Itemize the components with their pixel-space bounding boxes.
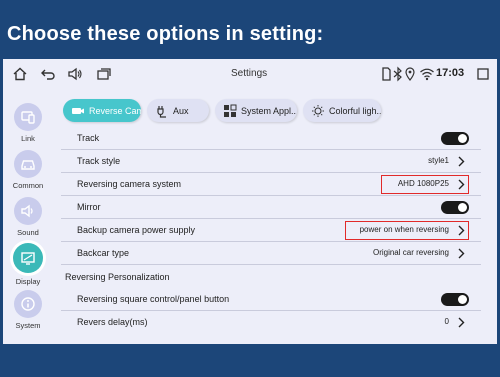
track-toggle[interactable]	[441, 132, 469, 145]
sidebar-item-label: Display	[15, 277, 41, 286]
setting-value: Original car reversing	[372, 248, 449, 257]
tab-label: System Appl...	[241, 105, 297, 116]
highlight-box	[345, 221, 469, 240]
window-icon[interactable]	[475, 66, 491, 82]
setting-label: Reversing square control/panel button	[77, 294, 230, 304]
setting-square-control[interactable]: Reversing square control/panel button	[61, 288, 481, 311]
square-control-toggle[interactable]	[441, 293, 469, 306]
setting-track-style[interactable]: Track style style1	[61, 150, 481, 173]
setting-label: Track style	[77, 156, 121, 166]
sidebar-item-system[interactable]: System	[3, 290, 55, 338]
tab-label: Reverse Cam	[89, 105, 141, 116]
tab-colorful-lights[interactable]: Colorful ligh...	[303, 99, 381, 122]
speaker-icon	[14, 197, 42, 225]
banner-title: Choose these options in setting:	[7, 23, 324, 45]
sidebar-item-label: Common	[12, 181, 44, 190]
home-icon[interactable]	[12, 66, 28, 82]
sidebar-item-sound[interactable]: Sound	[3, 197, 55, 245]
info-icon	[14, 290, 42, 318]
sidebar-item-common[interactable]: Common	[3, 150, 55, 198]
setting-value: style1	[428, 156, 449, 165]
car-icon	[14, 150, 42, 178]
setting-value: 0	[444, 317, 449, 326]
setting-track[interactable]: Track	[61, 127, 481, 150]
wifi-icon	[420, 68, 434, 81]
clock: 17:03	[436, 67, 465, 79]
setting-label: Backcar type	[77, 248, 130, 258]
setting-backup-camera-power[interactable]: Backup camera power supply power on when…	[61, 219, 481, 242]
tab-aux[interactable]: Aux	[147, 99, 209, 122]
volume-icon[interactable]	[67, 66, 83, 82]
setting-revers-delay[interactable]: Revers delay(ms) 0	[61, 311, 481, 334]
tab-bar: Reverse Cam Aux System Appl... Colorful …	[61, 99, 497, 123]
link-icon	[14, 103, 42, 131]
sidebar-item-label: Link	[21, 134, 35, 143]
tab-reverse-cam[interactable]: Reverse Cam	[63, 99, 141, 122]
setting-label: Revers delay(ms)	[77, 317, 148, 327]
settings-screen: Settings 17:03 Link Common Sound Display…	[3, 59, 497, 344]
tab-system-apps[interactable]: System Appl...	[215, 99, 297, 122]
section-title: Reversing Personalization	[65, 272, 170, 282]
sidebar: Link Common Sound Display System	[3, 89, 55, 344]
location-icon	[405, 67, 415, 81]
camera-icon	[72, 107, 84, 114]
sidebar-item-label: Sound	[17, 228, 39, 237]
setting-backcar-type[interactable]: Backcar type Original car reversing	[61, 242, 481, 265]
section-header-personalization: Reversing Personalization	[61, 265, 481, 288]
screen-title: Settings	[231, 68, 268, 79]
tab-label: Colorful ligh...	[329, 105, 381, 116]
setting-mirror[interactable]: Mirror	[61, 196, 481, 219]
setting-reversing-camera-system[interactable]: Reversing camera system AHD 1080P25	[61, 173, 481, 196]
apps-grid-icon	[224, 104, 237, 117]
back-icon[interactable]	[40, 66, 56, 82]
setting-label: Mirror	[77, 202, 101, 212]
setting-label: Backup camera power supply	[77, 225, 196, 235]
chevron-right-icon	[458, 156, 465, 167]
mirror-toggle[interactable]	[441, 201, 469, 214]
highlight-box	[381, 175, 469, 194]
window-icon[interactable]	[96, 66, 112, 82]
display-icon	[13, 243, 43, 273]
setting-label: Reversing camera system	[77, 179, 182, 189]
setting-label: Track	[77, 133, 100, 143]
plug-icon	[157, 105, 166, 118]
status-bar: Settings 17:03	[3, 59, 497, 89]
banner: Choose these options in setting:	[0, 0, 500, 56]
sidebar-item-label: System	[15, 321, 41, 330]
sidebar-item-link[interactable]: Link	[3, 103, 55, 151]
chevron-right-icon	[458, 317, 465, 328]
chevron-right-icon	[458, 248, 465, 259]
sidebar-item-display[interactable]: Display	[3, 243, 55, 291]
bulb-icon	[312, 104, 324, 117]
footer-strip	[0, 344, 500, 377]
tab-label: Aux	[173, 105, 189, 116]
